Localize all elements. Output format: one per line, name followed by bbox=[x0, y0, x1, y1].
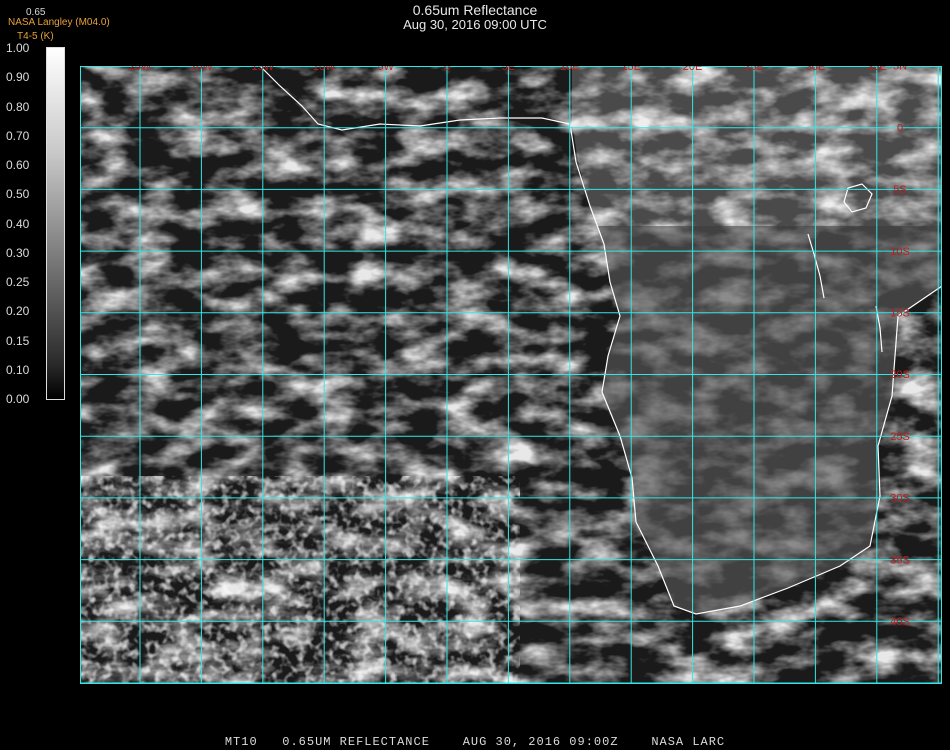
colorbar-tick-label: 0.70 bbox=[6, 128, 30, 143]
latitude-label: 0 bbox=[897, 122, 903, 134]
colorbar-tick-label: 0.10 bbox=[6, 362, 30, 377]
longitude-label: 10E bbox=[560, 66, 580, 73]
longitude-label: 10W bbox=[313, 66, 336, 73]
latitude-label: 35S bbox=[890, 554, 910, 566]
longitude-label: 25W bbox=[129, 66, 152, 73]
longitude-label: 5E bbox=[502, 66, 515, 73]
cellular-cloud-field bbox=[80, 476, 520, 684]
colorbar-tick-label: 0.20 bbox=[6, 304, 30, 319]
latitude-label: 10S bbox=[890, 246, 910, 258]
longitude-label: 25E bbox=[744, 66, 764, 73]
latitude-label: 5S bbox=[893, 184, 906, 196]
longitude-label: 35E bbox=[867, 66, 887, 73]
latitude-label: 20S bbox=[890, 369, 910, 381]
colorbar-tick-label: 0.15 bbox=[6, 333, 30, 348]
colorbar-tick-label: 0.50 bbox=[6, 187, 30, 202]
latitude-label: 5N bbox=[893, 66, 907, 73]
colorbar-tick-label: 0.80 bbox=[6, 99, 30, 114]
map-title: 0.65um Reflectance bbox=[412, 2, 538, 18]
longitude-label: 30E bbox=[806, 66, 826, 73]
colorbar-tick-label: 0.30 bbox=[6, 245, 30, 260]
colorbar-tick-label: 0.60 bbox=[6, 158, 30, 172]
longitude-label: 0 bbox=[444, 66, 450, 73]
colorbar-tick-label: 0.40 bbox=[6, 216, 30, 231]
satellite-map: 25W 20W 15W 10W 5W 0 5E 10E 15E 20E 25E 30E 35E 5N 0 5… bbox=[80, 66, 942, 684]
footer-caption: MT10 0.65UM REFLECTANCE AUG 30, 2016 09:… bbox=[224, 735, 726, 749]
longitude-label: 15E bbox=[621, 66, 641, 73]
colorbar-tick-label: 0.00 bbox=[6, 392, 30, 406]
longitude-label: 20E bbox=[683, 66, 703, 73]
colorbar-tick-label: 0.90 bbox=[6, 70, 30, 85]
longitude-label: 5W bbox=[377, 66, 394, 73]
longitude-label: 20W bbox=[190, 66, 213, 73]
colorbar bbox=[46, 47, 65, 400]
latitude-label: 15S bbox=[890, 308, 910, 320]
map-timestamp: Aug 30, 2016 09:00 UTC bbox=[403, 17, 547, 32]
source-label: NASA Langley (M04.0) bbox=[8, 17, 110, 28]
latitude-label: 30S bbox=[890, 493, 910, 505]
latitude-label: 25S bbox=[890, 431, 910, 443]
colorbar-tick-label: 1.00 bbox=[6, 41, 30, 55]
longitude-label: 15W bbox=[251, 66, 274, 73]
colorbar-tick-label: 0.25 bbox=[6, 275, 30, 289]
latitude-label: 40S bbox=[890, 616, 910, 628]
